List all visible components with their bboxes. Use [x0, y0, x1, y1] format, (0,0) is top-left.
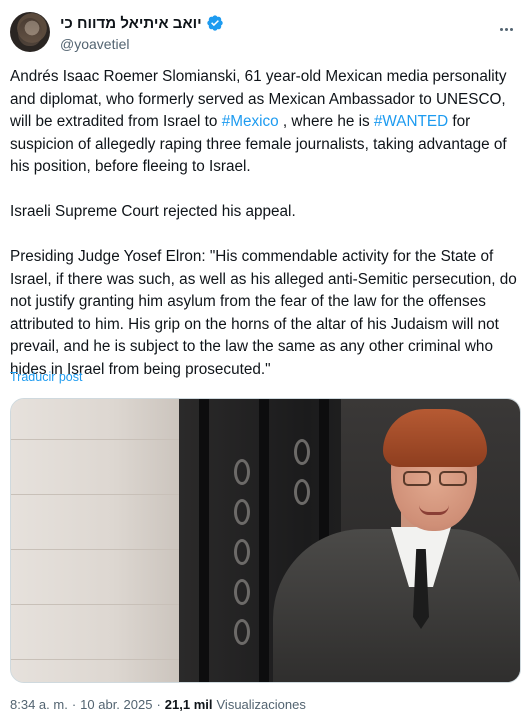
post-time[interactable]: 8:34 a. m.: [10, 697, 68, 712]
person-suit: [273, 529, 520, 682]
author-handle[interactable]: @yoavetiel: [60, 36, 224, 52]
post-text-segment: for suspicion of allegedly raping three …: [10, 113, 517, 378]
hashtag-link[interactable]: #WANTED: [374, 113, 448, 130]
person-glasses: [403, 471, 469, 487]
post-date[interactable]: 10 abr. 2025: [80, 697, 152, 712]
views-count: 21,1 mil: [164, 697, 213, 712]
author-names: יואב איתיאל מדווח כי @yoavetiel: [60, 13, 224, 52]
post-text-segment: , where he is: [278, 113, 374, 130]
more-options-icon[interactable]: [495, 18, 517, 40]
views-label: Visualizaciones: [216, 697, 306, 712]
translate-post-link[interactable]: Traducir post: [10, 370, 82, 384]
avatar[interactable]: [10, 12, 50, 52]
verified-badge-icon: [206, 15, 223, 31]
hashtag-link[interactable]: #Mexico: [222, 113, 279, 130]
tweet-header: יואב איתיאל מדווח כי @yoavetiel: [10, 10, 521, 56]
post-text: Andrés Isaac Roemer Slomianski, 61 year-…: [10, 66, 522, 381]
post-metadata: 8:34 a. m. · 10 abr. 2025 · 21,1 mil Vis…: [10, 697, 306, 712]
display-name[interactable]: יואב איתיאל מדווח כי: [60, 15, 202, 32]
post-image[interactable]: [10, 398, 521, 683]
tweet: יואב איתיאל מדווח כי @yoavetiel Andrés I…: [0, 0, 531, 717]
stone-wall: [11, 399, 181, 682]
